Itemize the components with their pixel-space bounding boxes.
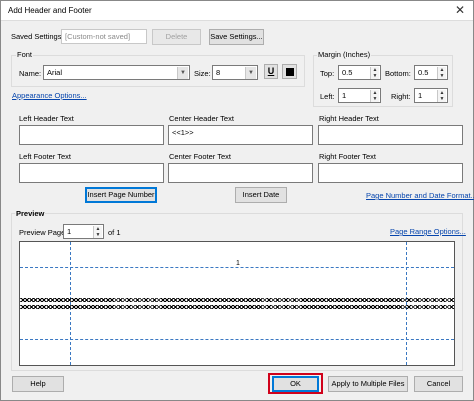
dialog-title: Add Header and Footer [8,6,92,15]
font-size-value: 8 [216,68,221,77]
center-header-label: Center Header Text [169,114,234,123]
font-name-value: Arial [47,68,63,77]
margin-right-label: Right: [391,92,411,101]
help-button[interactable]: Help [12,376,64,392]
margin-left-value: 1 [342,91,347,100]
page-break-edge-top [20,298,454,302]
chevron-down-icon[interactable]: ▼ [94,232,102,238]
margin-top-value: 0.5 [342,68,353,77]
save-settings-button[interactable]: Save Settings... [209,29,264,45]
font-size-select[interactable]: 8 ▼ [212,65,258,80]
preview-page-value: 1 [67,227,72,236]
chevron-down-icon[interactable]: ▼ [177,67,188,79]
left-footer-label: Left Footer Text [19,152,71,161]
right-header-label: Right Header Text [319,114,379,123]
chevron-down-icon[interactable]: ▼ [438,96,446,102]
chevron-down-icon[interactable]: ▼ [371,96,379,102]
right-header-textbox[interactable] [318,125,463,145]
saved-settings-label: Saved Settings: [11,32,64,41]
ok-highlight-box [268,373,323,394]
margin-left-spinner[interactable]: ▲ ▼ [370,90,379,102]
header-preview-text: 1 [236,260,240,267]
margin-top-label: Top: [320,69,335,78]
preview-canvas: 1 [19,241,455,366]
margin-bottom-input[interactable]: 0.5 ▲ ▼ [414,65,448,80]
margin-bottom-value: 0.5 [418,68,429,77]
saved-settings-value: [Custom-not saved] [65,32,131,41]
margin-right-input[interactable]: 1 ▲ ▼ [414,88,448,103]
margin-left-input[interactable]: 1 ▲ ▼ [338,88,381,103]
preview-label: Preview [15,209,46,218]
page-number-date-format-link[interactable]: Page Number and Date Format... [366,191,474,200]
insert-date-button[interactable]: Insert Date [235,187,287,203]
saved-settings-select[interactable]: [Custom-not saved] [61,29,147,44]
right-footer-textbox[interactable] [318,163,463,183]
cancel-button[interactable]: Cancel [414,376,463,392]
center-footer-label: Center Footer Text [169,152,231,161]
margin-bottom-spinner[interactable]: ▲ ▼ [437,67,446,79]
font-group-label: Font [16,50,34,59]
margin-right-value: 1 [418,91,423,100]
margin-right-spinner[interactable]: ▲ ▼ [437,90,446,102]
preview-page-count: of 1 [108,228,121,237]
margin-top-spinner[interactable]: ▲ ▼ [370,67,379,79]
font-name-select[interactable]: Arial ▼ [43,65,190,80]
font-size-label: Size: [194,69,211,78]
margin-bottom-label: Bottom: [385,69,411,78]
left-header-label: Left Header Text [19,114,74,123]
add-header-footer-dialog: Add Header and Footer ✕ Saved Settings: … [0,0,474,401]
chevron-down-icon[interactable]: ▼ [438,73,446,79]
page-range-options-link[interactable]: Page Range Options... [390,227,466,236]
appearance-options-link[interactable]: Appearance Options... [12,91,87,100]
underline-button[interactable]: U [264,64,278,79]
preview-page-input[interactable]: 1 ▲ ▼ [63,224,104,239]
center-footer-textbox[interactable] [168,163,313,183]
title-bar: Add Header and Footer ✕ [1,1,473,21]
text-color-button[interactable] [282,64,297,79]
underline-icon: U [267,66,275,76]
header-guide-line [20,267,454,268]
margin-group-label: Margin (Inches) [317,50,372,59]
chevron-down-icon[interactable]: ▼ [245,67,256,79]
chevron-down-icon[interactable]: ▼ [371,73,379,79]
left-footer-textbox[interactable] [19,163,164,183]
left-margin-guide [70,242,71,365]
close-icon[interactable]: ✕ [455,4,465,16]
preview-page-label: Preview Page [19,228,66,237]
right-margin-guide [406,242,407,365]
font-name-label: Name: [19,69,42,78]
page-break-edge-bottom [20,305,454,309]
delete-button[interactable]: Delete [152,29,201,45]
apply-to-multiple-files-button[interactable]: Apply to Multiple Files [328,376,408,392]
margin-left-label: Left: [320,92,335,101]
insert-page-number-button[interactable]: Insert Page Number [85,187,157,203]
color-swatch-icon [286,68,294,76]
center-header-value: <<1>> [172,128,194,137]
center-header-textbox[interactable]: <<1>> [168,125,313,145]
footer-guide-line [20,339,454,340]
margin-top-input[interactable]: 0.5 ▲ ▼ [338,65,381,80]
left-header-textbox[interactable] [19,125,164,145]
right-footer-label: Right Footer Text [319,152,376,161]
preview-page-spinner[interactable]: ▲ ▼ [93,226,102,238]
